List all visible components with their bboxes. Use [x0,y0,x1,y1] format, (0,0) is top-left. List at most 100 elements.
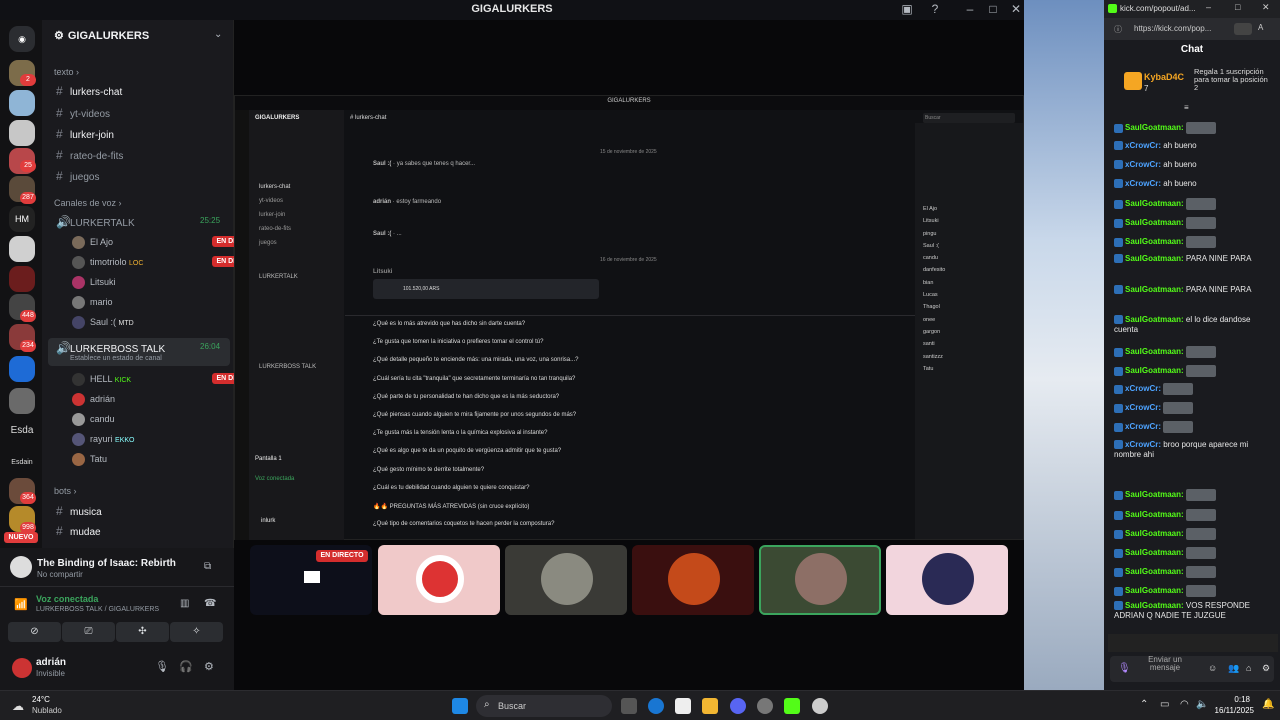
file-explorer-icon[interactable] [702,698,718,714]
server-icon[interactable] [9,266,35,292]
settings-gear-icon[interactable]: ⚙ [204,660,214,673]
voice-user[interactable]: adrián [72,393,115,406]
chat-username[interactable]: SaulGoatmaan: [1125,601,1184,610]
server-icon[interactable] [9,236,35,262]
server-icon[interactable]: HM [9,206,35,232]
message-input-box[interactable]: 🎙 Enviar un mensaje ☺ 👥 ⌂ ⚙ [1110,656,1274,682]
channel-rateo-de-fits[interactable]: # rateo-de-fits [56,148,123,162]
chat-username[interactable]: xCrowCr: [1125,384,1161,393]
task-view-icon[interactable] [621,698,637,714]
chat-username[interactable]: SaulGoatmaan: [1125,218,1184,227]
share-game-icon[interactable]: ⧉ [204,561,211,572]
chat-username[interactable]: xCrowCr: [1125,179,1161,188]
network-icon[interactable]: ▭ [1160,699,1169,710]
chat-username[interactable]: SaulGoatmaan: [1125,548,1184,557]
chat-username[interactable]: SaulGoatmaan: [1125,347,1184,356]
microphone-icon[interactable]: 🎙 [155,660,169,673]
voice-status[interactable]: Voz conectada [36,594,98,604]
voice-user[interactable]: Litsuki [72,276,116,289]
close-button[interactable]: ✕ [1006,2,1026,16]
chat-username[interactable]: xCrowCr: [1125,422,1161,431]
minimize-button[interactable]: – [1206,2,1211,12]
discord-icon[interactable] [730,698,746,714]
app-icon[interactable] [757,698,773,714]
participant-tile[interactable] [378,545,500,615]
chat-username[interactable]: xCrowCr: [1125,440,1161,449]
volume-icon[interactable]: 🔈 [1196,699,1208,710]
avatar[interactable] [12,658,32,678]
chat-username[interactable]: SaulGoatmaan: [1125,567,1184,576]
soundboard-icon[interactable]: ▥ [180,598,189,609]
voice-user[interactable]: HELL KICK [72,373,131,386]
clock-time[interactable]: 0:18 [1214,695,1250,704]
gift-icon[interactable]: ⌂ [1246,663,1251,673]
start-windows-icon[interactable] [452,698,468,714]
channel-status[interactable]: Establece un estado de canal [70,355,162,362]
chat-username[interactable]: SaulGoatmaan: [1125,199,1184,208]
maximize-button[interactable]: □ [1235,2,1240,12]
voice-user[interactable]: Saul :( MTD [72,316,134,329]
clock-date[interactable]: 16/11/2025 [1210,706,1254,715]
channel-lurker-join[interactable]: # lurker-join [56,127,114,141]
kick-app-icon[interactable] [784,698,800,714]
microphone-icon[interactable]: 🎙 [1118,663,1131,674]
maximize-button[interactable]: □ [983,2,1003,16]
server-icon[interactable]: Esdain [9,450,35,476]
chat-username[interactable]: SaulGoatmaan: [1125,315,1184,324]
voice-user[interactable]: timotriolo LOC [72,256,143,269]
pinned-user[interactable]: KybaD4C [1144,72,1184,82]
category-voz[interactable]: Canales de voz › [54,198,122,208]
soundboard-button[interactable]: ✧ [170,622,223,642]
server-icon[interactable]: Esda [9,418,35,444]
screen-share-button[interactable]: ⎚ [62,622,115,642]
store-icon[interactable] [675,698,691,714]
notification-bell-icon[interactable]: 🔔 [1262,699,1274,710]
chevron-down-icon[interactable]: ⌄ [214,29,222,40]
server-name-header[interactable]: ⚙ GIGALURKERS [54,29,149,42]
chevron-up-icon[interactable]: ⌃ [1140,699,1148,710]
category-texto[interactable]: texto › [54,67,79,77]
chat-username[interactable]: SaulGoatmaan: [1125,586,1184,595]
minimize-button[interactable]: – [960,2,980,16]
app-icon[interactable] [812,698,828,714]
address-bar[interactable]: ⓘ https://kick.com/pop... A [1104,18,1280,40]
emoji-icon[interactable]: ☺ [1208,663,1217,673]
voice-channel-lurkerboss-talk[interactable]: 🔊LURKERBOSS TALK [56,341,165,355]
scroll-handle-icon[interactable]: ≡ [1184,103,1189,112]
participant-tile[interactable] [505,545,627,615]
close-button[interactable]: ✕ [1262,2,1270,13]
voice-user[interactable]: candu [72,413,115,426]
server-icon[interactable] [9,90,35,116]
camera-off-button[interactable]: ⊘ [8,622,61,642]
disconnect-icon[interactable]: ☎ [204,598,216,609]
chat-username[interactable]: SaulGoatmaan: [1125,490,1184,499]
server-icon[interactable] [9,388,35,414]
channel-yt-videos[interactable]: # yt-videos [56,106,110,120]
participant-tile-stream[interactable]: EN DIRECTO [250,545,372,615]
read-aloud-icon[interactable]: A [1258,23,1263,32]
channel-musica[interactable]: # musica [56,504,102,518]
chat-username[interactable]: SaulGoatmaan: [1125,123,1184,132]
chat-username[interactable]: SaulGoatmaan: [1125,366,1184,375]
participant-tile-speaking[interactable] [759,545,881,615]
participant-tile[interactable] [886,545,1008,615]
help-icon[interactable]: ? [925,2,945,16]
voice-channel-lurkertalk[interactable]: 🔊LURKERTALK [56,215,135,229]
voice-user[interactable]: rayuri EKKO [72,433,134,446]
server-icon[interactable] [9,356,35,382]
users-icon[interactable]: 👥 [1228,663,1239,674]
server-icon[interactable] [9,120,35,146]
inbox-icon[interactable]: ▣ [897,2,917,16]
chat-username[interactable]: xCrowCr: [1125,160,1161,169]
discord-home-icon[interactable]: ◉ [9,26,35,52]
chat-username[interactable]: SaulGoatmaan: [1125,529,1184,538]
channel-mudae[interactable]: # mudae [56,524,101,538]
channel-juegos[interactable]: # juegos [56,169,99,183]
chat-username[interactable]: xCrowCr: [1125,403,1161,412]
activities-button[interactable]: ✣ [116,622,169,642]
participant-tile[interactable] [632,545,754,615]
shared-screen[interactable]: GIGALURKERS GIGALURKERS lurkers-chat yt-… [234,95,1024,540]
voice-user[interactable]: Tatu [72,453,107,466]
voice-user[interactable]: El Ajo [72,236,113,249]
tracking-prevention-icon[interactable] [1234,23,1252,35]
